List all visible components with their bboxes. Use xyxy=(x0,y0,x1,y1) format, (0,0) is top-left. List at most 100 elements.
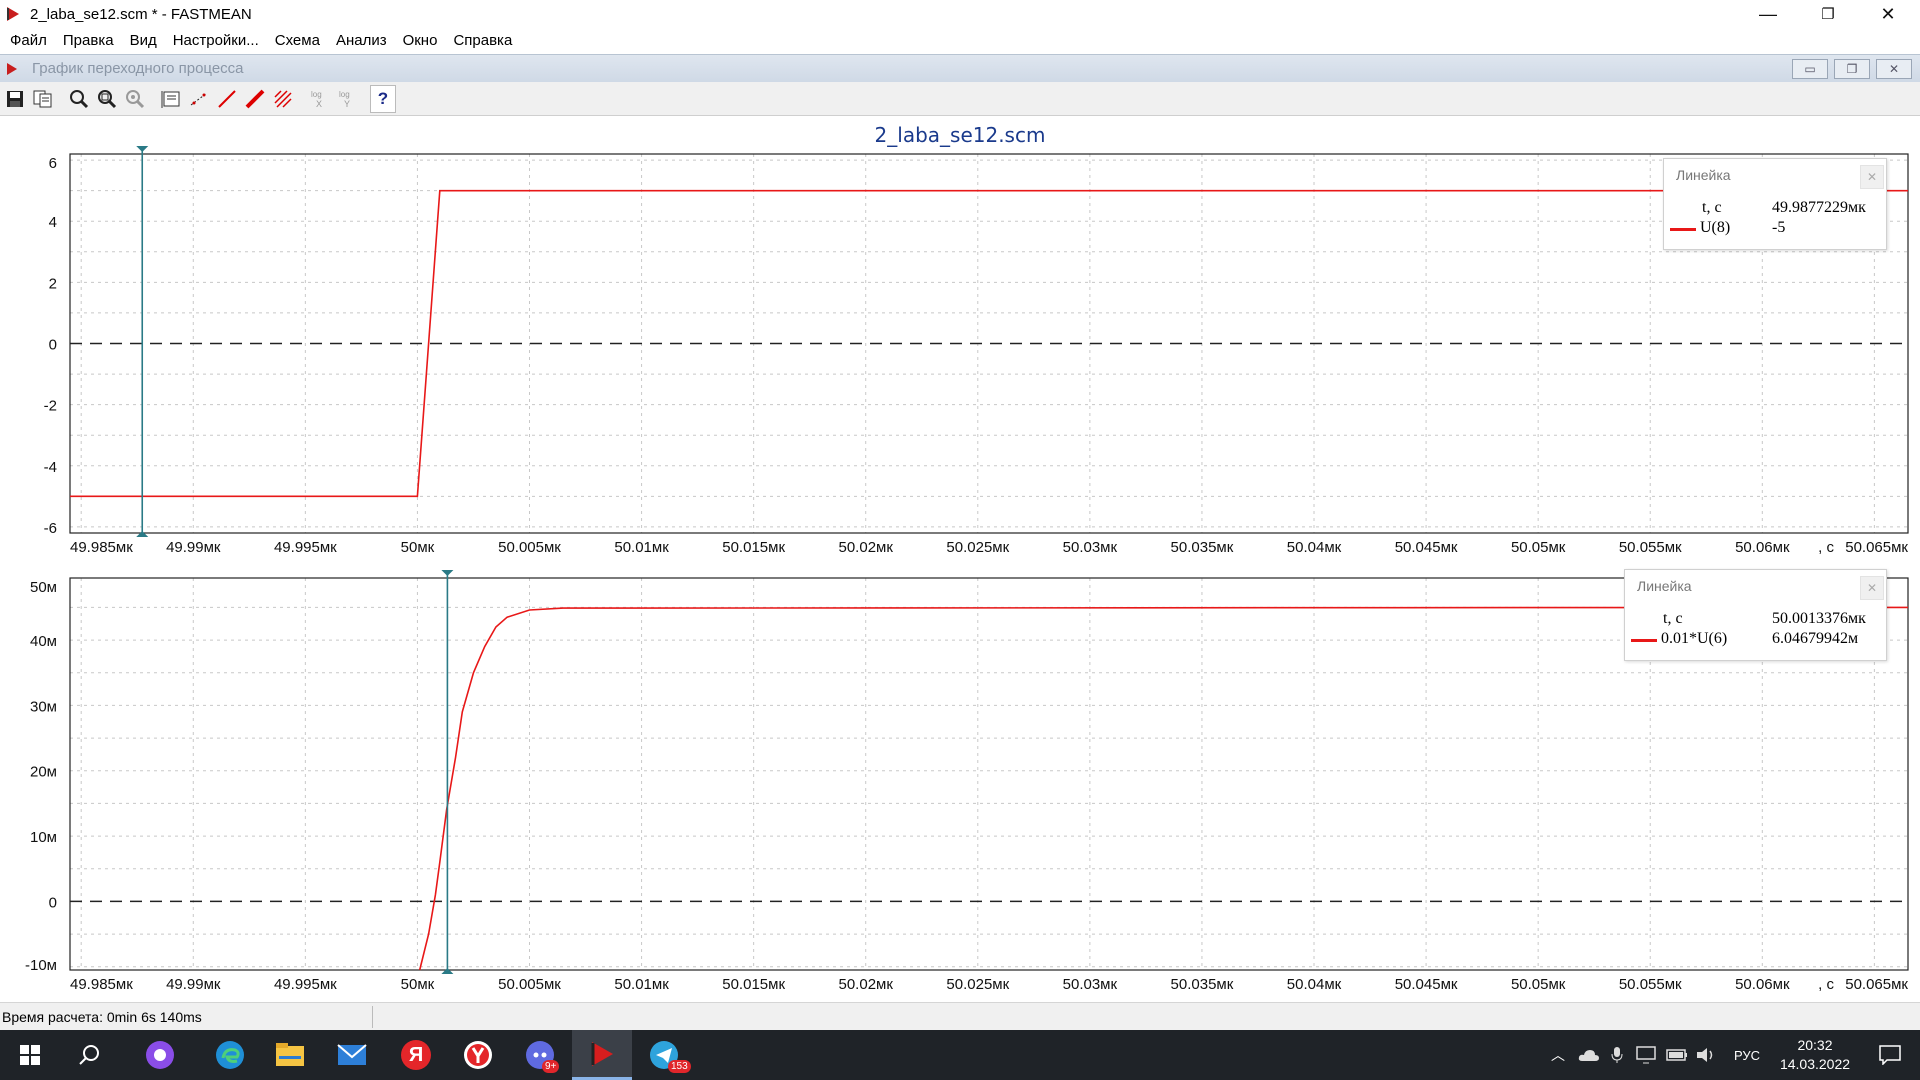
search-button[interactable] xyxy=(60,1030,120,1080)
tray-microphone[interactable] xyxy=(1606,1030,1628,1080)
window-title-bar: 2_laba_se12.scm * - FASTMEAN — ❐ ✕ xyxy=(0,0,1920,28)
taskbar-yandex[interactable]: Я xyxy=(386,1030,446,1080)
zoom-fit-button[interactable] xyxy=(94,85,120,113)
save-icon xyxy=(7,90,23,107)
y-tick-label: -10м xyxy=(25,957,57,974)
log-x-icon: logX xyxy=(311,90,322,109)
taskbar-explorer[interactable] xyxy=(260,1030,320,1080)
zoom-button[interactable] xyxy=(66,85,92,113)
child-restore-button[interactable]: ❐ xyxy=(1834,59,1870,79)
copy-icon xyxy=(33,90,52,107)
help-button[interactable]: ? xyxy=(370,84,396,113)
tray-overflow-button[interactable]: ︿ xyxy=(1546,1030,1570,1080)
svg-text:log: log xyxy=(311,90,322,99)
tray-language[interactable]: РУС xyxy=(1728,1030,1766,1080)
x-tick-label: 50.05мк xyxy=(1511,976,1566,993)
yandex-browser-icon xyxy=(464,1041,492,1069)
zoom-reset-button[interactable] xyxy=(122,85,148,113)
menu-file[interactable]: Файл xyxy=(2,28,55,54)
tray-volume[interactable] xyxy=(1694,1030,1720,1080)
plot-area[interactable]: 2_laba_se12.scm 6 4 2 0 -2 -4 -6 49.985мк 49.99м… xyxy=(0,117,1920,1002)
explorer-icon xyxy=(276,1043,304,1066)
menu-settings[interactable]: Настройки... xyxy=(165,28,267,54)
minimize-button[interactable]: — xyxy=(1740,0,1796,28)
start-button[interactable] xyxy=(0,1030,60,1080)
notifications-button[interactable] xyxy=(1868,1030,1912,1080)
line-button[interactable] xyxy=(214,85,240,113)
x-tick-label: 50.055мк xyxy=(1619,539,1682,556)
start-icon xyxy=(20,1045,40,1065)
series-swatch xyxy=(1631,639,1657,642)
copy-button[interactable] xyxy=(30,85,56,113)
grid-button[interactable] xyxy=(270,85,296,113)
graph-toolbar: log X log Y ? xyxy=(0,82,1920,116)
x-tick-label: 49.99мк xyxy=(166,539,221,556)
clock-date: 14.03.2022 xyxy=(1779,1056,1851,1072)
taskbar-edge[interactable] xyxy=(200,1030,260,1080)
taskbar-alice[interactable] xyxy=(130,1030,190,1080)
ruler-close-button[interactable]: ✕ xyxy=(1860,576,1884,600)
ruler-x-row: t, c 49.9877229мк xyxy=(1664,199,1886,219)
ruler-close-button[interactable]: ✕ xyxy=(1860,165,1884,189)
x-tick-label: 50.06мк xyxy=(1735,539,1790,556)
display-icon xyxy=(1636,1046,1656,1064)
log-y-button[interactable]: log Y xyxy=(334,85,360,113)
x-tick-label: 50.02мк xyxy=(839,539,894,556)
cursor-marker-bottom xyxy=(441,968,454,974)
ruler-title: Линейка xyxy=(1676,167,1731,183)
x-tick-label: 49.99мк xyxy=(166,976,221,993)
x-tick-label: 50мк xyxy=(401,976,435,993)
menu-edit[interactable]: Правка xyxy=(55,28,122,54)
points-icon xyxy=(190,92,208,105)
tray-battery[interactable] xyxy=(1664,1030,1690,1080)
taskbar-mail[interactable] xyxy=(322,1030,382,1080)
fastmean-icon xyxy=(591,1041,613,1066)
menu-schema[interactable]: Схема xyxy=(267,28,328,54)
taskbar-fastmean[interactable] xyxy=(572,1030,632,1080)
restore-button[interactable]: ❐ xyxy=(1800,0,1856,28)
x-tick-label: 50.065мк xyxy=(1845,976,1908,993)
log-x-button[interactable]: log X xyxy=(306,85,332,113)
child-minimize-button[interactable]: ▭ xyxy=(1792,59,1828,79)
minimize-icon: ▭ xyxy=(1804,62,1816,76)
taskbar-yandex-browser[interactable] xyxy=(448,1030,508,1080)
y-tick-label: 20м xyxy=(30,764,57,781)
clock-time: 20:32 xyxy=(1797,1037,1833,1053)
x-tick-label: 50.03мк xyxy=(1063,976,1118,993)
tray-clock[interactable]: 20:32 14.03.2022 xyxy=(1770,1036,1860,1074)
ruler-box-bottom[interactable]: Линейка ✕ t, c 50.0013376мк 0.01*U(6) 6.… xyxy=(1624,569,1887,661)
legend-button[interactable] xyxy=(158,85,184,113)
ruler-box-top[interactable]: Линейка ✕ t, c 49.9877229мк U(8) -5 xyxy=(1663,158,1887,250)
x-tick-label: 50.055мк xyxy=(1619,976,1682,993)
menu-analysis[interactable]: Анализ xyxy=(328,28,395,54)
restore-icon: ❐ xyxy=(1846,62,1858,76)
x-axis-unit-label: , c xyxy=(1818,976,1834,993)
menu-help[interactable]: Справка xyxy=(445,28,520,54)
plots-svg: 6 4 2 0 -2 -4 -6 49.985мк 49.99мк 49.995мк 50мк 50.… xyxy=(25,146,1909,993)
x-tick-label: 50мк xyxy=(401,539,435,556)
x-tick-label: 50.025мк xyxy=(946,976,1009,993)
x-tick-label: 49.985мк xyxy=(70,976,133,993)
ruler-series-value: -5 xyxy=(1772,219,1786,236)
bold-line-button[interactable] xyxy=(242,85,268,113)
zoom-reset-icon xyxy=(126,89,145,108)
x-tick-label: 50.01мк xyxy=(614,976,669,993)
points-button[interactable] xyxy=(186,85,212,113)
tray-display[interactable] xyxy=(1634,1030,1658,1080)
menu-view[interactable]: Вид xyxy=(122,28,165,54)
x-tick-label: 50.045мк xyxy=(1395,539,1458,556)
child-close-button[interactable]: ✕ xyxy=(1876,59,1912,79)
cloud-icon xyxy=(1578,1050,1599,1061)
tray-onedrive[interactable] xyxy=(1576,1030,1602,1080)
close-button[interactable]: ✕ xyxy=(1860,0,1916,28)
x-tick-label: 50.065мк xyxy=(1845,539,1908,556)
save-button[interactable] xyxy=(2,85,28,113)
taskbar-telegram[interactable]: 153 xyxy=(634,1030,694,1080)
menu-window[interactable]: Окно xyxy=(395,28,446,54)
taskbar-discord[interactable]: 9+ xyxy=(510,1030,570,1080)
svg-text:log: log xyxy=(339,90,350,99)
y-tick-label: 2 xyxy=(49,275,57,292)
alice-icon xyxy=(146,1041,174,1069)
telegram-badge: 153 xyxy=(668,1060,691,1073)
ruler-series-name: 0.01*U(6) xyxy=(1661,630,1728,647)
